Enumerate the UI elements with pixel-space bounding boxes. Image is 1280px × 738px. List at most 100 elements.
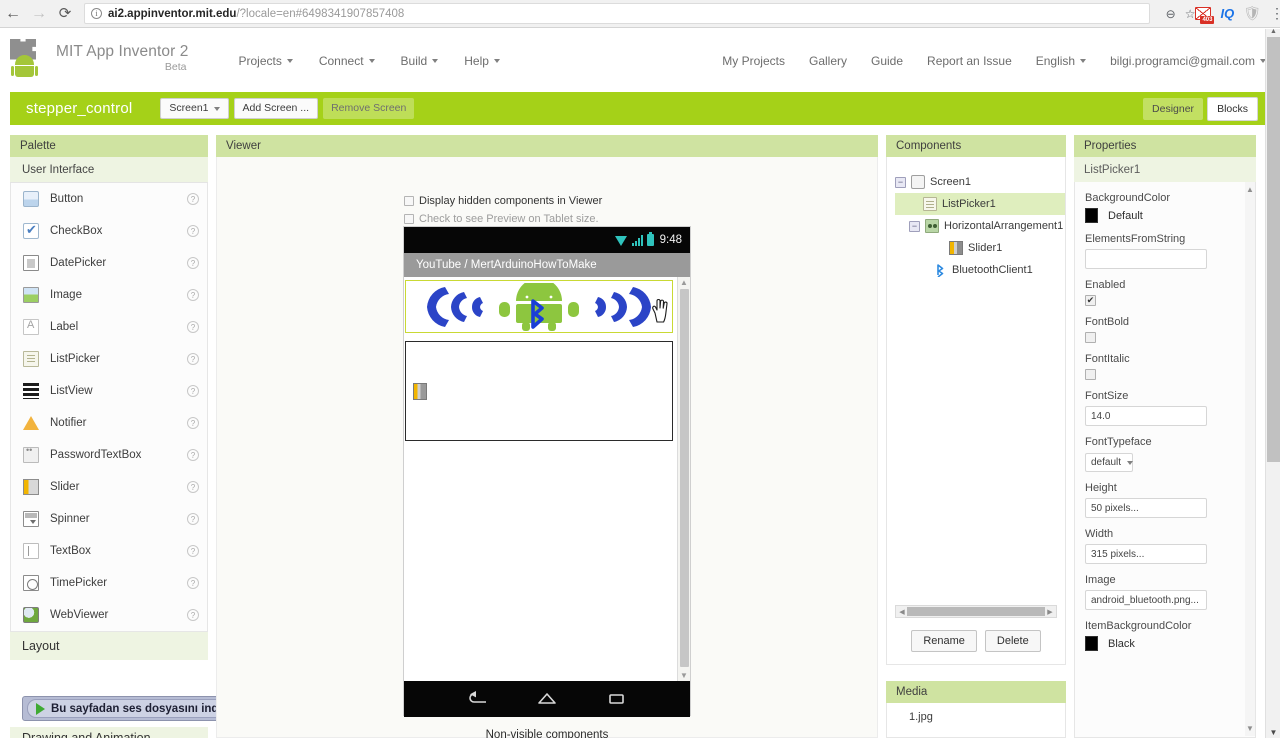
property-input-image[interactable]: android_bluetooth.png...: [1085, 590, 1207, 610]
tree-item-screen1[interactable]: − Screen1: [895, 171, 1065, 193]
zoom-out-icon[interactable]: ⊖: [1166, 7, 1176, 21]
scroll-right-icon[interactable]: ▶: [1045, 608, 1055, 616]
link-my-projects[interactable]: My Projects: [722, 54, 785, 68]
help-icon[interactable]: ?: [187, 545, 199, 557]
phone-screen-scrollbar[interactable]: ▲ ▼: [677, 277, 690, 681]
palette-section-layout[interactable]: Layout: [10, 632, 208, 660]
menu-help[interactable]: Help: [464, 54, 500, 68]
property-checkbox-fontbold[interactable]: [1085, 332, 1096, 343]
window-scrollbar[interactable]: ▲ ▼: [1265, 28, 1280, 738]
menu-projects[interactable]: Projects: [238, 54, 293, 68]
iq-extension-icon[interactable]: IQ: [1220, 6, 1234, 21]
palette-item-label[interactable]: Label ?: [11, 311, 207, 343]
browser-reload-button[interactable]: ⟳: [52, 2, 78, 26]
link-guide[interactable]: Guide: [871, 54, 903, 68]
help-icon[interactable]: ?: [187, 353, 199, 365]
display-hidden-components-row[interactable]: Display hidden components in Viewer: [404, 195, 602, 207]
language-selector[interactable]: English: [1036, 54, 1087, 68]
help-icon[interactable]: ?: [187, 609, 199, 621]
blocks-tab-button[interactable]: Blocks: [1207, 96, 1258, 121]
palette-item-passwordtextbox[interactable]: PasswordTextBox ?: [11, 439, 207, 471]
palette-item-button[interactable]: Button ?: [11, 183, 207, 215]
property-input-height[interactable]: 50 pixels...: [1085, 498, 1207, 518]
checkbox-icon[interactable]: [404, 196, 414, 206]
help-icon[interactable]: ?: [187, 225, 199, 237]
rename-component-button[interactable]: Rename: [911, 630, 977, 652]
tree-item-listpicker1[interactable]: ListPicker1: [895, 193, 1065, 215]
palette-item-slider[interactable]: Slider ?: [11, 471, 207, 503]
help-icon[interactable]: ?: [187, 321, 199, 333]
help-icon[interactable]: ?: [187, 417, 199, 429]
color-swatch-icon[interactable]: [1085, 208, 1098, 223]
property-select-fonttypeface[interactable]: default: [1085, 453, 1134, 472]
designer-tab-button[interactable]: Designer: [1143, 97, 1204, 120]
help-icon[interactable]: ?: [187, 513, 199, 525]
palette-item-listview[interactable]: ListView ?: [11, 375, 207, 407]
components-horizontal-scrollbar[interactable]: ◀ ▶: [895, 605, 1057, 618]
scroll-left-icon[interactable]: ◀: [897, 608, 907, 616]
scroll-up-icon[interactable]: ▲: [1246, 184, 1254, 195]
property-checkbox-fontitalic[interactable]: [1085, 369, 1096, 380]
scroll-down-icon[interactable]: ▼: [680, 670, 688, 681]
help-icon[interactable]: ?: [187, 385, 199, 397]
property-input-fontsize[interactable]: 14.0: [1085, 406, 1207, 426]
account-menu[interactable]: bilgi.programci@gmail.com: [1110, 54, 1266, 68]
help-icon[interactable]: ?: [187, 257, 199, 269]
palette-item-datepicker[interactable]: DatePicker ?: [11, 247, 207, 279]
home-nav-icon[interactable]: [535, 691, 559, 707]
recents-nav-icon[interactable]: [604, 691, 628, 707]
checkbox-icon[interactable]: [404, 214, 414, 224]
property-checkbox-enabled[interactable]: ✔: [1085, 295, 1096, 306]
scrollbar-thumb[interactable]: [680, 289, 689, 667]
help-icon[interactable]: ?: [187, 449, 199, 461]
palette-item-listpicker[interactable]: ListPicker ?: [11, 343, 207, 375]
browser-back-button[interactable]: ←: [0, 2, 26, 26]
collapse-toggle-icon[interactable]: −: [895, 176, 906, 188]
scroll-up-icon[interactable]: ▲: [680, 277, 688, 288]
palette-section-drawing[interactable]: Drawing and Animation: [10, 727, 208, 738]
palette-section-user-interface[interactable]: User Interface: [10, 157, 208, 183]
palette-item-textbox[interactable]: TextBox ?: [11, 535, 207, 567]
palette-item-timepicker[interactable]: TimePicker ?: [11, 567, 207, 599]
add-screen-button[interactable]: Add Screen ...: [233, 98, 319, 119]
scroll-down-icon[interactable]: ▼: [1246, 723, 1254, 734]
back-nav-icon[interactable]: [466, 691, 490, 707]
scroll-up-icon[interactable]: ▲: [1266, 28, 1280, 35]
media-file-item[interactable]: 1.jpg: [887, 703, 1065, 723]
property-value-itembackgroundcolor[interactable]: Black: [1085, 636, 1245, 651]
horizontalarrangement1-component[interactable]: [405, 341, 673, 441]
property-value-backgroundcolor[interactable]: Default: [1085, 208, 1245, 223]
shield-extension-icon[interactable]: 🛡: [1243, 5, 1261, 22]
property-input-width[interactable]: 315 pixels...: [1085, 544, 1207, 564]
scrollbar-thumb[interactable]: [907, 607, 1045, 616]
palette-item-webviewer[interactable]: WebViewer ?: [11, 599, 207, 631]
color-swatch-icon[interactable]: [1085, 636, 1098, 651]
browser-forward-button[interactable]: →: [26, 2, 52, 26]
menu-connect[interactable]: Connect: [319, 54, 375, 68]
palette-item-spinner[interactable]: Spinner ?: [11, 503, 207, 535]
tree-item-horizontalarrangement1[interactable]: − HorizontalArrangement1: [895, 215, 1065, 237]
palette-item-notifier[interactable]: Notifier ?: [11, 407, 207, 439]
listpicker1-component[interactable]: [405, 280, 673, 333]
gmail-extension-icon[interactable]: 403: [1195, 7, 1215, 24]
tree-item-bluetoothclient1[interactable]: BluetoothClient1: [895, 259, 1065, 281]
collapse-toggle-icon[interactable]: −: [909, 220, 920, 232]
link-report-issue[interactable]: Report an Issue: [927, 54, 1012, 68]
kebab-menu-icon[interactable]: ⋮: [1270, 6, 1280, 20]
help-icon[interactable]: ?: [187, 577, 199, 589]
delete-component-button[interactable]: Delete: [984, 630, 1041, 652]
help-icon[interactable]: ?: [187, 481, 199, 493]
slider1-component[interactable]: [413, 382, 427, 400]
palette-item-image[interactable]: Image ?: [11, 279, 207, 311]
tablet-preview-row[interactable]: Check to see Preview on Tablet size.: [404, 213, 599, 225]
remove-screen-button[interactable]: Remove Screen: [323, 98, 415, 119]
site-info-icon[interactable]: i: [91, 8, 102, 19]
bookmark-star-icon[interactable]: ☆: [1185, 7, 1196, 21]
property-input-elementsfromstring[interactable]: [1085, 249, 1207, 269]
browser-address-bar[interactable]: i ai2.appinventor.mit.edu/?locale=en#649…: [84, 3, 1150, 24]
screen-selector-dropdown[interactable]: Screen1: [160, 98, 229, 119]
scrollbar-thumb[interactable]: [1267, 37, 1280, 462]
palette-item-checkbox[interactable]: CheckBox ?: [11, 215, 207, 247]
help-icon[interactable]: ?: [187, 193, 199, 205]
link-gallery[interactable]: Gallery: [809, 54, 847, 68]
